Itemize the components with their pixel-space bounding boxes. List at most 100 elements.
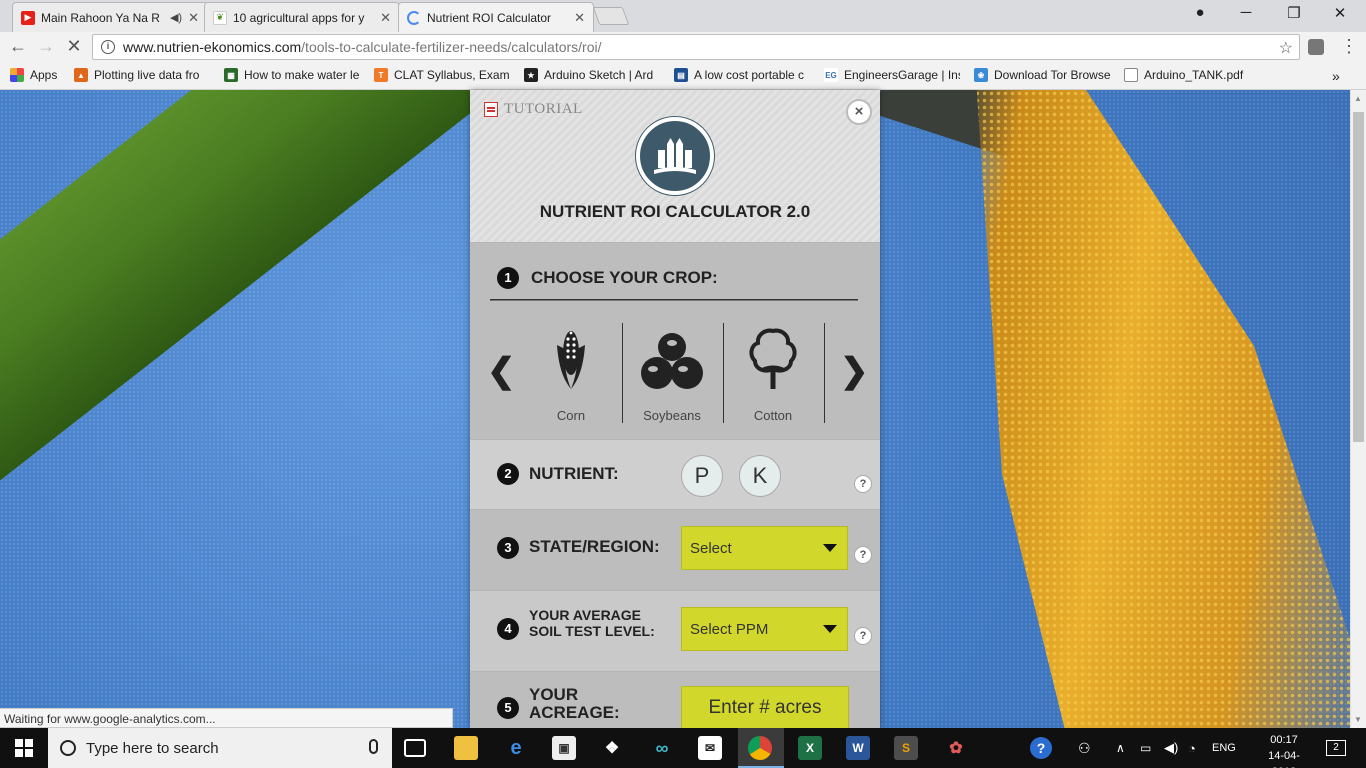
clock[interactable]: 00:17 14-04-2018 xyxy=(1256,732,1312,768)
help-tray-icon[interactable]: ? xyxy=(1030,728,1052,768)
extension-icon[interactable] xyxy=(1308,39,1324,55)
file-explorer-icon[interactable] xyxy=(454,736,478,760)
back-icon[interactable]: ← xyxy=(6,36,30,57)
scroll-up-icon[interactable]: ▲ xyxy=(1354,94,1362,103)
tab-youtube[interactable]: ▶ Main Rahoon Ya Na R ◀) ✕ xyxy=(12,2,208,32)
step-label: YOUR AVERAGE SOIL TEST LEVEL: xyxy=(529,607,655,639)
info-icon[interactable]: i xyxy=(101,40,115,54)
bookmark-item[interactable]: ▤ A low cost portable c xyxy=(674,68,810,82)
close-window-button[interactable]: ✕ xyxy=(1320,4,1360,22)
scroll-thumb[interactable] xyxy=(1353,112,1364,442)
soil-test-ppm-select[interactable]: Select PPM xyxy=(681,607,848,651)
app-icon[interactable]: ✿ xyxy=(944,736,968,760)
nutrient-k-button[interactable]: K xyxy=(739,455,781,497)
close-tab-icon[interactable]: ✕ xyxy=(574,10,585,26)
bookmark-apps[interactable]: Apps xyxy=(10,68,70,82)
step-label: NUTRIENT: xyxy=(529,464,619,483)
nutrient-p-button[interactable]: P xyxy=(681,455,723,497)
tab-nutrient-roi[interactable]: Nutrient ROI Calculator ✕ xyxy=(398,2,594,32)
store-icon[interactable]: ▣ xyxy=(552,736,576,760)
address-bar[interactable]: i www.nutrien-ekonomics.com/tools-to-cal… xyxy=(92,34,1300,60)
tab-agri-apps[interactable]: ❦ 10 agricultural apps for y ✕ xyxy=(204,2,400,32)
ieee-icon: ▤ xyxy=(674,68,688,82)
crop-name: Soybeans xyxy=(643,408,701,423)
bookmark-item[interactable]: ▲ Plotting live data fro xyxy=(74,68,210,82)
step-soil-test-level: 4 YOUR AVERAGE SOIL TEST LEVEL: Select P… xyxy=(470,590,880,671)
tutorial-link[interactable]: TUTORIAL xyxy=(484,101,583,118)
start-button[interactable] xyxy=(0,728,48,768)
browser-toolbar: ← → ✕ i www.nutrien-ekonomics.com/tools-… xyxy=(0,32,1366,62)
crop-option-cotton[interactable]: Cotton xyxy=(723,323,823,423)
chrome-icon[interactable] xyxy=(748,736,772,760)
state-region-select[interactable]: Select xyxy=(681,526,848,570)
circuit-icon: ▦ xyxy=(224,68,238,82)
url-path: /tools-to-calculate-fertilizer-needs/cal… xyxy=(301,39,602,55)
restore-button[interactable]: ❐ xyxy=(1274,4,1314,22)
action-center-icon[interactable]: 2 xyxy=(1326,728,1346,768)
audio-icon[interactable]: ◀) xyxy=(170,11,182,24)
bookmarks-overflow-icon[interactable]: » xyxy=(1332,68,1352,84)
volume-icon[interactable]: ◀) xyxy=(1164,728,1178,768)
dropdown-arrow-icon xyxy=(823,544,837,552)
scroll-down-icon[interactable]: ▼ xyxy=(1354,715,1362,724)
minimize-button[interactable]: ─ xyxy=(1226,4,1266,21)
bookmark-star-icon[interactable]: ☆ xyxy=(1279,38,1293,58)
roi-calculator-panel: TUTORIAL × NUTRIENT ROI CALCULATOR 2.0 1… xyxy=(470,90,880,728)
step-acreage: 5 YOUR ACREAGE: Enter # acres xyxy=(470,671,880,728)
new-tab-button[interactable] xyxy=(592,7,630,25)
menu-icon[interactable]: ⋮ xyxy=(1337,36,1361,57)
crop-next-arrow[interactable]: ❯ xyxy=(840,351,869,391)
step-nutrient: 2 NUTRIENT: P K ? xyxy=(470,439,880,509)
step-label: YOUR ACREAGE: xyxy=(529,685,620,722)
show-hidden-icons[interactable]: ∧ xyxy=(1116,728,1125,768)
language-indicator[interactable]: ENG xyxy=(1212,728,1236,768)
t-icon: T xyxy=(374,68,388,82)
file-icon xyxy=(1124,68,1138,82)
eg-icon: EG xyxy=(824,68,838,82)
help-icon[interactable]: ? xyxy=(854,627,872,645)
sublime-icon[interactable]: S xyxy=(894,736,918,760)
help-icon[interactable]: ? xyxy=(854,475,872,493)
youtube-icon: ▶ xyxy=(21,10,35,25)
bookmark-item[interactable]: ▦ How to make water le xyxy=(224,68,360,82)
crop-name: Cotton xyxy=(753,408,793,423)
step-choose-crop: 1 CHOOSE YOUR CROP: ❮ ❯ Corn Soybeans Co… xyxy=(470,242,880,439)
calculator-logo xyxy=(636,117,714,195)
forward-icon[interactable]: → xyxy=(34,36,58,57)
tab-title: Main Rahoon Ya Na R xyxy=(41,10,160,25)
people-icon[interactable]: ⚇ xyxy=(1078,728,1091,768)
crop-prev-arrow[interactable]: ❮ xyxy=(487,351,516,391)
bookmark-item[interactable]: ❀ Download Tor Browse xyxy=(974,68,1110,82)
bookmark-item[interactable]: ★ Arduino Sketch | Ard xyxy=(524,68,660,82)
cortana-icon xyxy=(60,740,76,756)
mail-icon[interactable]: ✉ xyxy=(698,736,722,760)
close-button[interactable]: × xyxy=(846,99,872,125)
edge-icon[interactable]: e xyxy=(504,736,528,760)
step-label: STATE/REGION: xyxy=(529,537,660,556)
arduino-icon[interactable]: ∞ xyxy=(650,736,674,760)
bookmark-item[interactable]: EG EngineersGarage | Ins xyxy=(824,68,960,82)
crop-option-soybeans[interactable]: Soybeans xyxy=(622,323,722,423)
bookmark-item[interactable]: Arduino_TANK.pdf xyxy=(1124,68,1260,82)
microphone-icon[interactable] xyxy=(369,739,378,754)
task-view-icon[interactable] xyxy=(404,739,426,757)
excel-icon[interactable]: X xyxy=(798,736,822,760)
step-number: 3 xyxy=(497,537,519,559)
word-icon[interactable]: W xyxy=(846,736,870,760)
stop-icon[interactable]: ✕ xyxy=(62,36,86,57)
bookmark-item[interactable]: T CLAT Syllabus, Exam- xyxy=(374,68,510,82)
cotton-icon xyxy=(749,328,797,389)
acreage-input[interactable]: Enter # acres xyxy=(681,686,849,728)
close-tab-icon[interactable]: ✕ xyxy=(380,10,391,26)
profile-icon[interactable]: ● xyxy=(1180,4,1220,21)
network-icon[interactable]: ◔ xyxy=(1188,728,1196,768)
help-icon[interactable]: ? xyxy=(854,546,872,564)
battery-icon[interactable]: ▭ xyxy=(1140,728,1151,768)
taskbar-search-box[interactable]: Type here to search xyxy=(48,728,392,768)
dropbox-icon[interactable]: ❖ xyxy=(600,736,624,760)
windows-logo-icon xyxy=(15,739,33,757)
tab-title: 10 agricultural apps for y xyxy=(233,10,365,25)
crop-option-corn[interactable]: Corn xyxy=(521,323,621,423)
page-scrollbar[interactable]: ▲ ▼ xyxy=(1350,90,1366,728)
close-tab-icon[interactable]: ✕ xyxy=(188,10,199,26)
